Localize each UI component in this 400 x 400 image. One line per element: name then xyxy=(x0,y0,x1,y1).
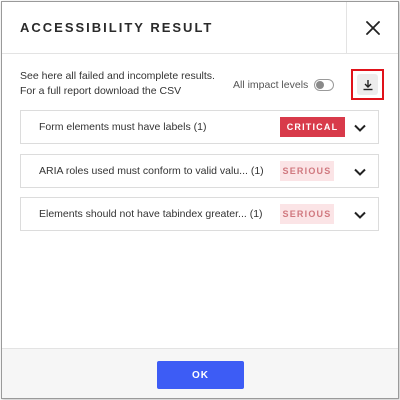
intro-line-1: See here all failed and incomplete resul… xyxy=(20,70,215,82)
result-row-tabindex[interactable]: Elements should not have tabindex greate… xyxy=(20,197,379,231)
chevron-down-icon[interactable] xyxy=(352,207,368,223)
intro-text: See here all failed and incomplete resul… xyxy=(20,69,215,99)
result-row-form-labels[interactable]: Form elements must have labels (1) CRITI… xyxy=(20,110,379,144)
chevron-down-icon[interactable] xyxy=(352,164,368,180)
close-icon xyxy=(365,21,380,35)
close-button[interactable] xyxy=(346,2,398,54)
download-button-surface xyxy=(357,74,378,95)
impact-toggle-label: All impact levels xyxy=(233,79,309,91)
dialog-footer: OK xyxy=(2,348,398,398)
critical-badge: CRITICAL xyxy=(280,117,345,137)
download-csv-button[interactable] xyxy=(351,69,384,100)
result-row-aria-roles[interactable]: ARIA roles used must conform to valid va… xyxy=(20,154,379,188)
chevron-down-icon[interactable] xyxy=(352,120,368,136)
serious-badge: SERIOUS xyxy=(280,161,334,181)
dialog-header: ACCESSIBILITY RESULT xyxy=(2,2,398,54)
result-row-text: ARIA roles used must conform to valid va… xyxy=(39,165,264,177)
dialog-title: ACCESSIBILITY RESULT xyxy=(20,20,214,35)
download-icon xyxy=(363,79,372,90)
impact-levels-toggle[interactable] xyxy=(314,79,334,91)
accessibility-result-dialog: ACCESSIBILITY RESULT See here all failed… xyxy=(1,1,399,399)
intro-line-2: For a full report download the CSV xyxy=(20,85,182,97)
serious-badge: SERIOUS xyxy=(280,204,334,224)
toggle-knob xyxy=(316,81,324,89)
result-row-text: Form elements must have labels (1) xyxy=(39,121,207,133)
result-row-text: Elements should not have tabindex greate… xyxy=(39,208,263,220)
ok-button[interactable]: OK xyxy=(157,361,244,389)
